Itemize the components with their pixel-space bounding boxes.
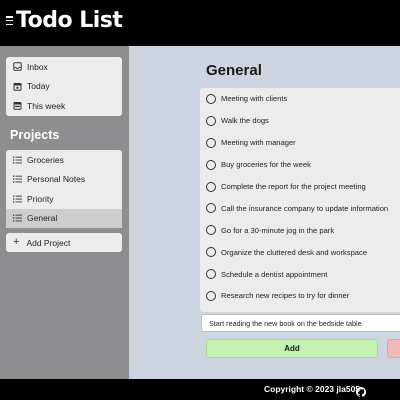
inbox-icon: [13, 62, 22, 71]
list-item[interactable]: Schedule a dentist appointment: [200, 263, 400, 285]
github-icon[interactable]: [356, 384, 366, 397]
checkbox-circle-icon[interactable]: [206, 247, 216, 258]
app-title: Todo List: [16, 8, 123, 33]
task-label: Walk the dogs: [221, 116, 269, 126]
task-label: Meeting with clients: [221, 94, 288, 104]
list-icon: [13, 155, 22, 164]
task-label: Buy groceries for the week: [221, 160, 311, 170]
copyright-text: Copyright © 2023 jla505: [264, 384, 361, 394]
list-item[interactable]: Call the insurance company to update inf…: [200, 197, 400, 219]
main-panel: General Meeting with clients Walk the do…: [129, 46, 400, 379]
sidebar-item-priority[interactable]: Priority: [6, 189, 122, 209]
task-label: Complete the report for the project meet…: [221, 182, 366, 191]
sidebar-item-this-week[interactable]: This week: [6, 96, 122, 116]
task-label: Schedule a dentist appointment: [221, 269, 328, 279]
page-title: General: [206, 62, 262, 79]
task-label: Call the insurance company to update inf…: [221, 203, 389, 213]
calendar-week-icon: [13, 101, 22, 111]
list-item[interactable]: Meeting with clients: [200, 88, 400, 110]
checkbox-circle-icon[interactable]: [206, 290, 216, 301]
projects-heading: Projects: [10, 128, 60, 142]
sidebar-item-inbox[interactable]: Inbox: [6, 57, 122, 77]
sidebar-item-label: This week: [27, 100, 66, 111]
checkbox-circle-icon[interactable]: [206, 159, 216, 170]
sidebar-item-personal-notes[interactable]: Personal Notes: [6, 170, 122, 190]
app-header: Todo List: [0, 0, 400, 46]
task-label: Meeting with manager: [221, 138, 296, 148]
new-task-input[interactable]: [201, 314, 400, 332]
checkbox-circle-icon[interactable]: [206, 137, 216, 148]
footer: Copyright © 2023 jla505: [0, 379, 400, 400]
sidebar-item-label: Personal Notes: [27, 174, 86, 185]
sidebar-item-label: General: [27, 213, 58, 224]
list-item[interactable]: Meeting with manager: [200, 132, 400, 154]
list-item[interactable]: Research new recipes to try for dinner: [200, 285, 400, 307]
list-item[interactable]: Go for a 30-minute jog in the park: [200, 219, 400, 241]
checkbox-circle-icon[interactable]: [206, 115, 216, 126]
add-project-button[interactable]: + Add Project: [6, 233, 122, 252]
list-icon: [13, 175, 22, 184]
list-icon: [13, 214, 22, 223]
sidebar-item-label: Inbox: [27, 61, 48, 72]
checkbox-circle-icon[interactable]: [206, 93, 216, 104]
sidebar-item-today[interactable]: Today: [6, 77, 122, 97]
sidebar-item-label: Today: [27, 81, 50, 92]
sidebar: Inbox Today This week Projects Groceries: [0, 46, 129, 379]
add-project-label: Add Project: [26, 237, 71, 248]
sidebar-item-groceries[interactable]: Groceries: [6, 150, 122, 170]
list-item[interactable]: Organize the cluttered desk and workspac…: [200, 241, 400, 263]
add-task-button[interactable]: Add: [206, 339, 378, 358]
task-label: Go for a 30-minute jog in the park: [221, 225, 335, 235]
todo-list: Meeting with clients Walk the dogs Meeti…: [200, 88, 400, 312]
list-item[interactable]: Complete the report for the project meet…: [200, 176, 400, 198]
cancel-button[interactable]: [387, 339, 400, 358]
checkbox-circle-icon[interactable]: [206, 181, 216, 192]
checkbox-circle-icon[interactable]: [206, 225, 216, 236]
checkbox-circle-icon[interactable]: [206, 203, 216, 214]
checkbox-circle-icon[interactable]: [206, 269, 216, 280]
sidebar-item-label: Priority: [27, 193, 54, 204]
list-item[interactable]: Buy groceries for the week: [200, 154, 400, 176]
plus-icon: +: [13, 236, 20, 248]
calendar-day-icon: [13, 82, 22, 91]
sidebar-item-label: Groceries: [27, 154, 64, 165]
hamburger-menu-icon[interactable]: [6, 16, 13, 25]
list-item[interactable]: Walk the dogs: [200, 110, 400, 132]
sidebar-item-general[interactable]: General: [6, 208, 122, 228]
task-label: Research new recipes to try for dinner: [221, 291, 350, 301]
task-label: Organize the cluttered desk and workspac…: [221, 247, 368, 257]
projects-card: Groceries Personal Notes Priority Genera…: [6, 150, 122, 228]
views-card: Inbox Today This week: [6, 57, 122, 116]
list-icon: [13, 194, 22, 203]
